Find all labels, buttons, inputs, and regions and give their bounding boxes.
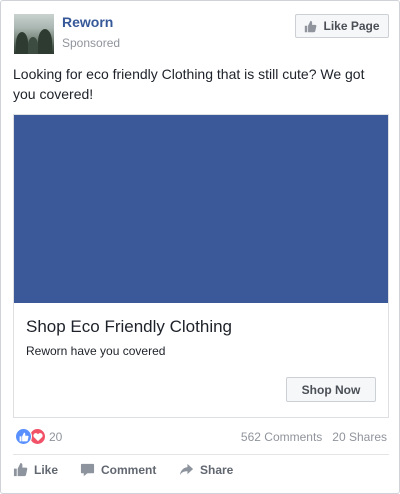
ad-headline[interactable]: Shop Eco Friendly Clothing	[26, 317, 232, 337]
ad-description: Reworn have you covered	[26, 344, 166, 358]
like-page-button[interactable]: Like Page	[295, 14, 389, 38]
thumbs-up-icon	[305, 20, 317, 32]
engagement-stats: 562 Comments 20 Shares	[241, 430, 387, 444]
comment-icon	[80, 463, 95, 477]
share-arrow-icon	[179, 463, 194, 476]
ad-image[interactable]	[14, 115, 388, 303]
like-page-label: Like Page	[323, 19, 380, 33]
share-button[interactable]: Share	[179, 462, 233, 477]
reactions-bar: 20 562 Comments 20 Shares	[13, 427, 389, 447]
action-bar: Like Comment Share	[13, 462, 389, 480]
like-button[interactable]: Like	[13, 462, 58, 477]
comment-label: Comment	[101, 462, 157, 477]
reaction-count[interactable]: 20	[49, 430, 62, 444]
comments-count[interactable]: 562 Comments	[241, 430, 322, 444]
page-name-link[interactable]: Reworn	[62, 14, 113, 30]
tree-shape	[16, 32, 28, 54]
like-reaction-icon	[15, 428, 32, 445]
shares-count[interactable]: 20 Shares	[332, 430, 387, 444]
thumbs-up-icon	[13, 462, 28, 477]
sponsored-label[interactable]: Sponsored	[62, 36, 120, 50]
tree-shape	[28, 37, 38, 54]
like-label: Like	[34, 462, 59, 477]
page-avatar[interactable]	[14, 14, 54, 54]
reaction-icons[interactable]	[15, 428, 51, 446]
tree-shape	[38, 29, 52, 54]
sponsored-post-card: Reworn Sponsored Like Page Looking for e…	[0, 0, 400, 494]
share-label: Share	[200, 462, 234, 477]
ad-card[interactable]: Shop Eco Friendly Clothing Reworn have y…	[13, 114, 389, 418]
post-message: Looking for eco friendly Clothing that i…	[13, 66, 365, 102]
post-header: Reworn Sponsored Like Page	[13, 12, 389, 56]
shop-now-button[interactable]: Shop Now	[286, 377, 376, 402]
comment-button[interactable]: Comment	[80, 462, 156, 477]
divider	[13, 454, 389, 455]
